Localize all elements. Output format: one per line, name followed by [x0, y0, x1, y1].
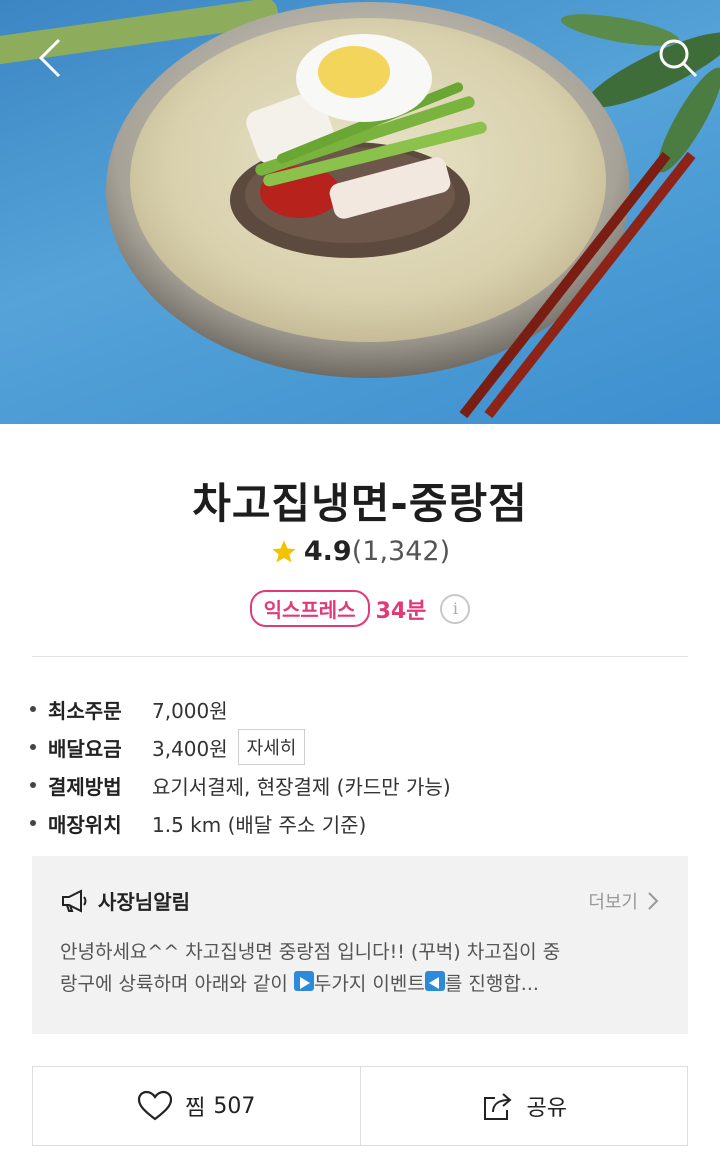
- info-label: 매장위치: [48, 812, 122, 837]
- notice-text: 를 진행합...: [444, 973, 539, 995]
- info-row-delivery-fee: 배달요금 3,400원 자세히: [30, 728, 690, 766]
- info-value: 1.5 km (배달 주소 기준): [152, 812, 367, 837]
- megaphone-icon: [62, 888, 87, 913]
- divider: [32, 656, 688, 657]
- info-label: 배달요금: [48, 736, 122, 761]
- info-row-location: 매장위치 1.5 km (배달 주소 기준): [30, 804, 690, 842]
- chevron-right-icon: [648, 892, 659, 910]
- like-label: 찜: [185, 1096, 206, 1121]
- like-button[interactable]: 찜 507: [33, 1067, 360, 1145]
- notice-more-link[interactable]: 더보기: [588, 888, 660, 914]
- info-value: 3,400원: [152, 736, 228, 761]
- delivery-fee-detail-button[interactable]: 자세히: [237, 729, 306, 765]
- action-bar: 찜 507 공유: [32, 1066, 688, 1146]
- play-right-icon: [293, 971, 314, 991]
- info-label: 결제방법: [48, 774, 122, 799]
- bullet: [30, 782, 36, 788]
- heart-icon: [138, 1090, 173, 1121]
- more-label: 더보기: [588, 892, 638, 913]
- bullet: [30, 820, 36, 826]
- bullet: [30, 744, 36, 750]
- info-icon[interactable]: i: [440, 593, 471, 624]
- rating-row: 4.9 (1,342): [0, 536, 720, 567]
- delivery-time: 34분: [375, 598, 427, 624]
- delivery-row: 익스프레스 34분 i: [0, 590, 720, 627]
- info-row-payment: 결제방법 요기서결제, 현장결제 (카드만 가능): [30, 766, 690, 804]
- share-label: 공유: [526, 1096, 567, 1121]
- bullet: [30, 706, 36, 712]
- notice-body: 안녕하세요^^ 차고집냉면 중랑점 입니다!! (꾸벅) 차고집이 중 랑구에 …: [60, 936, 666, 1000]
- info-value: 요기서결제, 현장결제 (카드만 가능): [152, 774, 451, 799]
- search-button[interactable]: [650, 28, 706, 88]
- naengmyeon-photo: [0, 0, 720, 419]
- like-count: 507: [213, 1093, 256, 1119]
- play-left-icon: [424, 971, 445, 991]
- notice-title: 사장님알림: [98, 890, 190, 914]
- store-name: 차고집냉면-중랑점: [192, 479, 528, 528]
- search-icon: [659, 39, 698, 78]
- notice-line-1: 안녕하세요^^ 차고집냉면 중랑점 입니다!! (꾸벅) 차고집이 중: [60, 941, 561, 963]
- hero-image: [0, 0, 720, 424]
- share-button[interactable]: 공유: [359, 1067, 688, 1145]
- back-button[interactable]: [22, 28, 78, 88]
- notice-text: 랑구에 상륙하며 아래와 같이: [60, 973, 294, 995]
- review-count: (1,342): [351, 536, 451, 567]
- notice-header: 사장님알림: [60, 886, 190, 915]
- store-info-list: 최소주문 7,000원 배달요금 3,400원 자세히 결제방법 요기서결제, …: [30, 690, 690, 842]
- info-row-min-order: 최소주문 7,000원: [30, 690, 690, 728]
- express-badge: 익스프레스: [249, 590, 370, 627]
- info-value: 7,000원: [152, 698, 228, 723]
- star-icon: [272, 539, 296, 562]
- owner-notice[interactable]: 사장님알림 더보기 안녕하세요^^ 차고집냉면 중랑점 입니다!! (꾸벅) 차…: [32, 856, 688, 1034]
- info-label: 최소주문: [48, 698, 122, 723]
- notice-line-2: 랑구에 상륙하며 아래와 같이 두가지 이벤트 를 진행합...: [60, 968, 666, 1000]
- share-icon: [483, 1093, 512, 1120]
- rating-value: 4.9: [303, 536, 352, 567]
- notice-text: 두가지 이벤트: [313, 973, 425, 995]
- chevron-left-icon: [38, 38, 61, 78]
